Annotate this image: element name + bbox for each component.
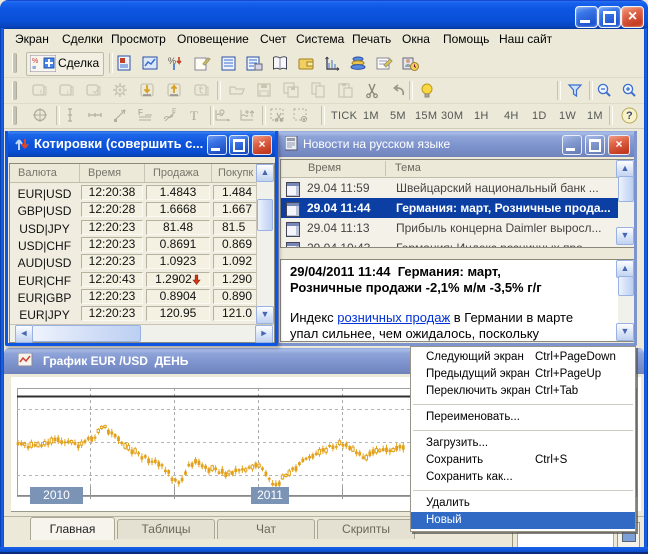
svg-text:%: % — [32, 58, 38, 65]
svg-text:i: i — [67, 90, 69, 97]
svg-text:F: F — [138, 108, 143, 117]
svg-text:≡: ≡ — [32, 65, 36, 72]
svg-text:%: % — [168, 56, 176, 66]
svg-text:T: T — [190, 108, 198, 123]
svg-text:f: f — [40, 90, 42, 97]
svg-text:?: ? — [626, 110, 633, 122]
